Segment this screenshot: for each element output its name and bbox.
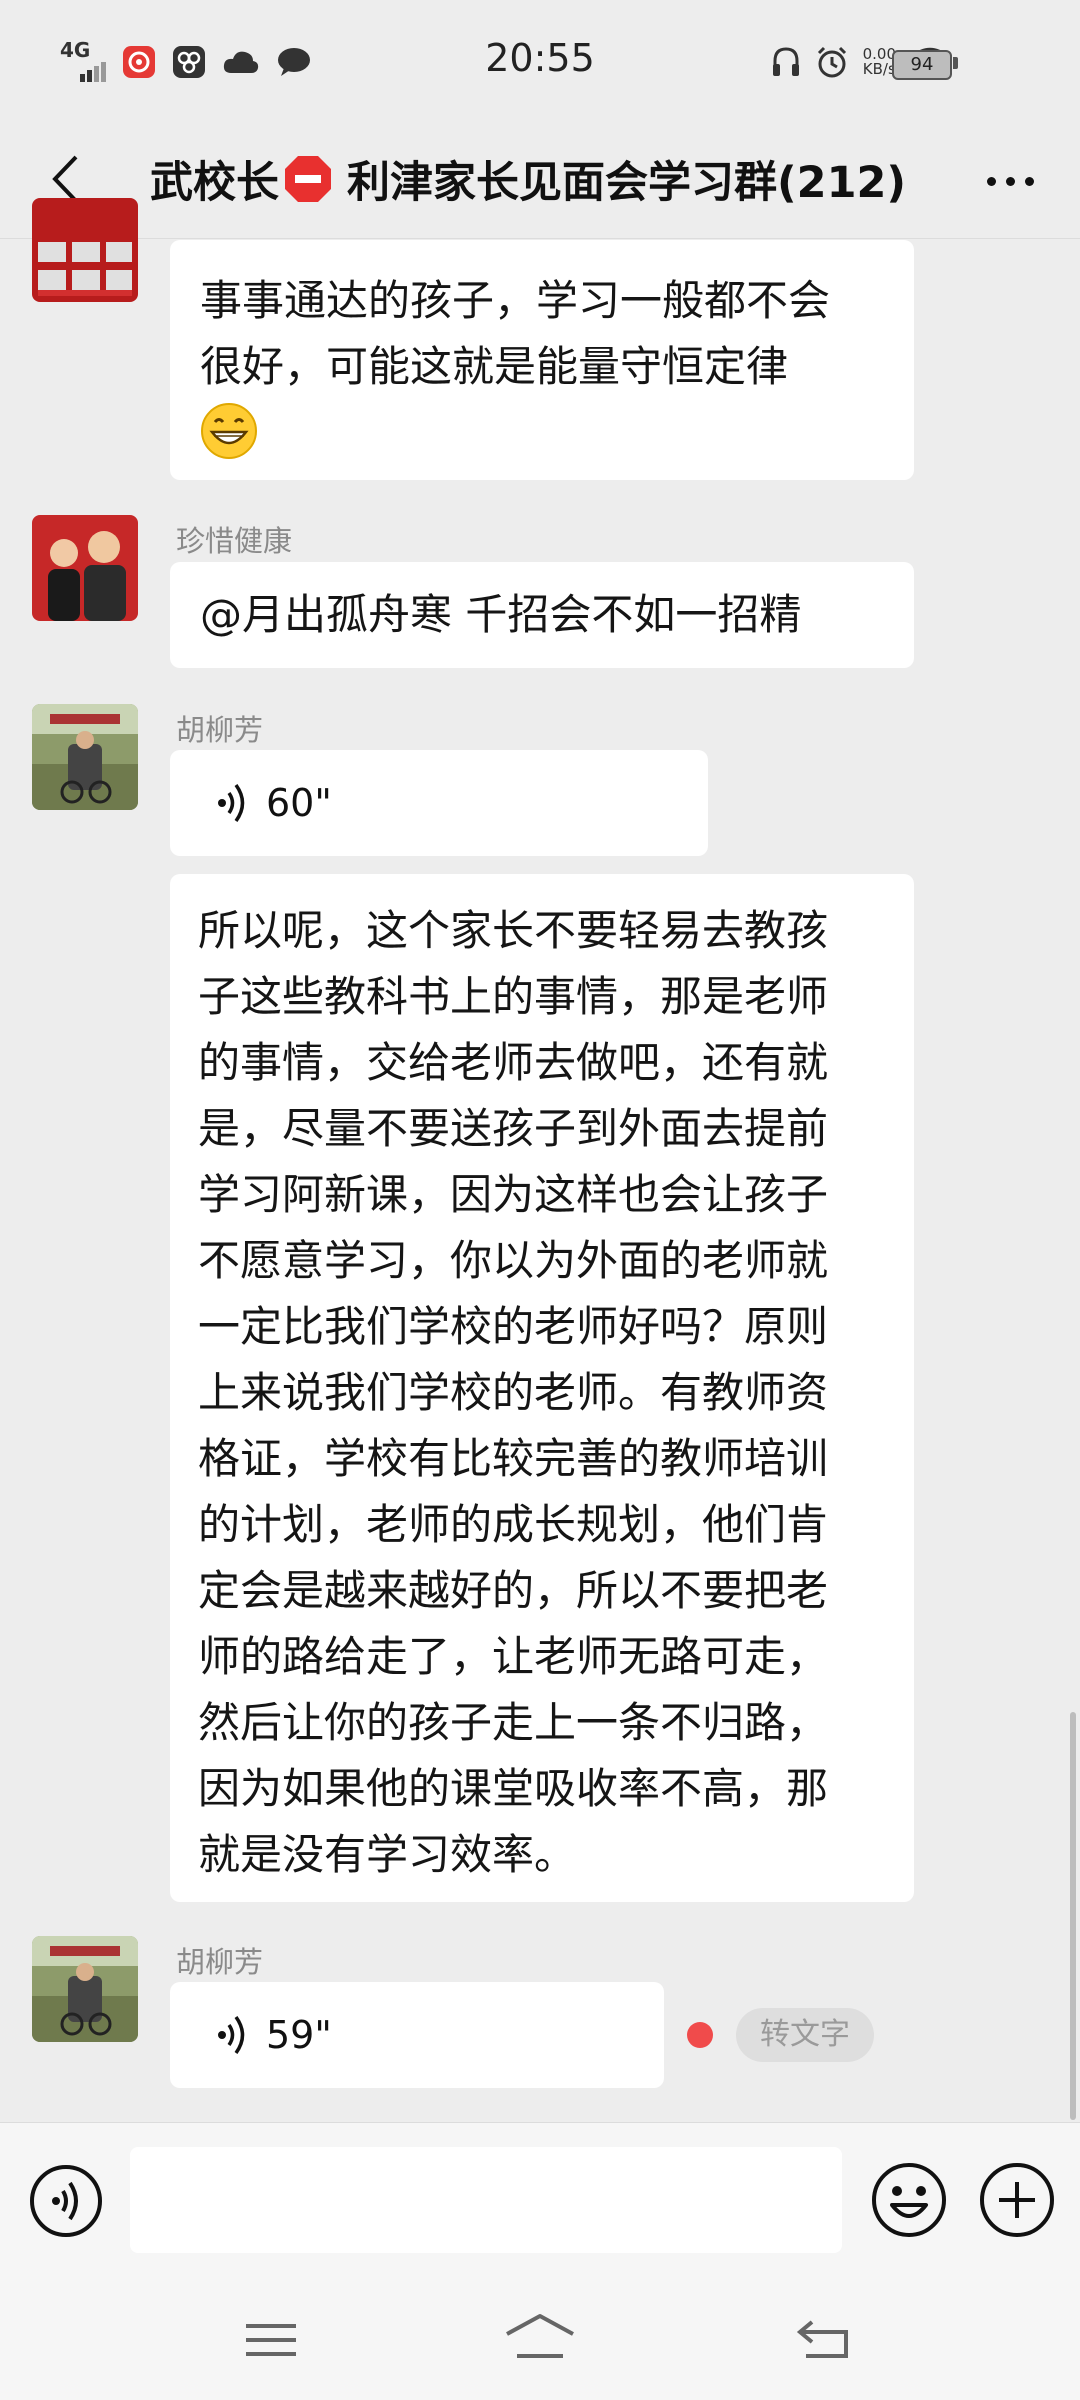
battery-indicator: 94 <box>892 50 952 80</box>
network-speed-unit: KB/s <box>862 60 896 78</box>
message-line: 一定比我们学校的老师好吗？原则 <box>198 1302 829 1351</box>
grin-emoji-icon <box>201 403 257 459</box>
message-line: 是，尽量不要送孩子到外面去提前 <box>198 1104 829 1153</box>
sender-name: 胡柳芳 <box>176 713 264 747</box>
chevron-left-icon <box>52 155 78 203</box>
headphone-icon <box>772 47 799 76</box>
avatar-image <box>32 515 138 621</box>
message-line: 格证，学校有比较完善的教师培训 <box>198 1434 829 1483</box>
avatar-image <box>32 198 138 302</box>
avatar[interactable] <box>32 704 138 810</box>
status-bar: 4G 20:55 0.00 KB/s 94 <box>0 0 1080 120</box>
scrollbar[interactable] <box>1070 1712 1076 2120</box>
voice-duration: 59" <box>266 2013 332 2057</box>
message-line: 很好，可能这就是能量守恒定律 <box>200 342 789 391</box>
message-line: 所以呢，这个家长不要轻易去教孩 <box>198 906 829 955</box>
chat-title-suffix: 利津家长见面会学习群(212) <box>347 158 907 208</box>
voice-mode-icon[interactable] <box>28 2163 104 2239</box>
voice-wave-icon <box>218 783 245 823</box>
voice-duration: 60" <box>266 781 332 825</box>
input-bar <box>0 2122 1080 2281</box>
system-nav-bar <box>0 2280 1080 2400</box>
network-speed: 0.00 KB/s <box>863 47 896 77</box>
more-dot <box>1024 176 1034 186</box>
voice-message[interactable]: 60" <box>170 750 708 856</box>
plus-icon[interactable] <box>978 2161 1056 2239</box>
back-icon[interactable] <box>790 2308 860 2370</box>
home-icon[interactable] <box>505 2308 575 2370</box>
message-line: 然后让你的孩子走上一条不归路， <box>198 1698 829 1747</box>
avatar[interactable] <box>32 1936 138 2042</box>
message-line: 因为如果他的课堂吸收率不高，那 <box>198 1764 829 1813</box>
more-options-button[interactable] <box>970 156 1050 206</box>
sender-name: 胡柳芳 <box>176 1945 264 1979</box>
avatar[interactable] <box>32 198 138 302</box>
message-text: @月出孤舟寒 千招会不如一招精 <box>200 590 802 639</box>
menu-icon[interactable] <box>236 2308 306 2370</box>
avatar-image <box>32 704 138 810</box>
voice-message[interactable]: 59" <box>170 1982 664 2088</box>
message-input[interactable] <box>130 2147 842 2253</box>
message-bubble[interactable]: 事事通达的孩子，学习一般都不会 很好，可能这就是能量守恒定律 <box>170 240 914 480</box>
more-dot <box>1005 176 1015 186</box>
sender-name: 珍惜健康 <box>176 524 293 558</box>
message-bubble[interactable]: @月出孤舟寒 千招会不如一招精 <box>170 562 914 668</box>
voice-wave-icon <box>218 2015 245 2055</box>
message-line: 定会是越来越好的，所以不要把老 <box>198 1566 829 1615</box>
message-line: 子这些教科书上的事情，那是老师 <box>198 972 829 1021</box>
alarm-icon <box>817 46 846 78</box>
message-line: 事事通达的孩子，学习一般都不会 <box>200 276 831 325</box>
avatar-image <box>32 1936 138 2042</box>
chat-title: 武校长 利津家长见面会学习群(212) <box>150 146 930 212</box>
convert-to-text-button[interactable]: 转文字 <box>736 2008 874 2062</box>
message-line: 师的路给走了，让老师无路可走， <box>198 1632 829 1681</box>
unread-dot <box>687 2022 713 2048</box>
message-line: 上来说我们学校的老师。有教师资 <box>198 1368 829 1417</box>
emoji-icon[interactable] <box>870 2161 948 2239</box>
message-line: 的计划，老师的成长规划，他们肯 <box>198 1500 829 1549</box>
avatar[interactable] <box>32 515 138 621</box>
chat-header: 武校长 利津家长见面会学习群(212) <box>0 120 1080 239</box>
message-line: 就是没有学习效率。 <box>198 1830 577 1879</box>
message-bubble[interactable]: 所以呢，这个家长不要轻易去教孩 子这些教科书上的事情，那是老师 的事情，交给老师… <box>170 874 914 1902</box>
battery-tip <box>953 57 958 69</box>
chat-title-prefix: 武校长 <box>150 158 279 208</box>
stop-sign-icon <box>285 156 331 202</box>
message-line: 的事情，交给老师去做吧，还有就 <box>198 1038 829 1087</box>
more-dots-icon <box>986 176 996 186</box>
message-line: 学习阿新课，因为这样也会让孩子 <box>198 1170 829 1219</box>
message-line: 不愿意学习，你以为外面的老师就 <box>198 1236 829 1285</box>
